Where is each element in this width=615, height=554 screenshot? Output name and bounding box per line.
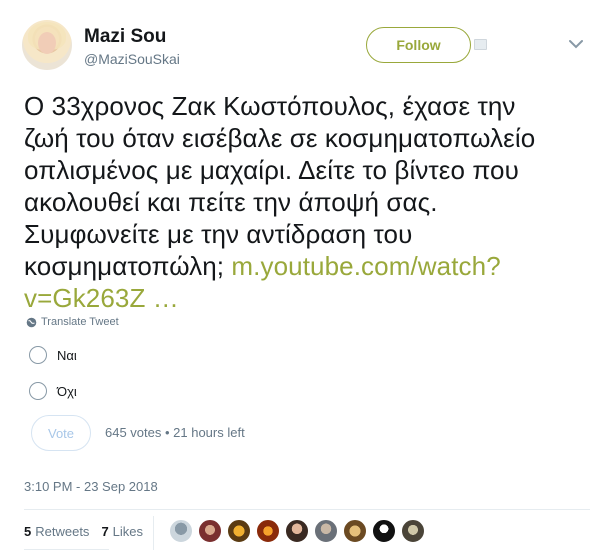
author-name[interactable]: Mazi Sou (84, 26, 166, 48)
divider (24, 549, 109, 550)
liker-avatar[interactable] (343, 519, 367, 543)
likes-stat[interactable]: 7 Likes (101, 524, 143, 539)
author-handle[interactable]: @MaziSouSkai (84, 51, 180, 67)
tweet-stats: 5 Retweets 7 Likes (24, 524, 143, 539)
tweet-line: οπλισμένος με μαχαίρι. Δείτε το βίντεο π… (24, 155, 519, 185)
retweets-label: Retweets (35, 524, 90, 539)
poll-option-no[interactable]: Όχι (29, 382, 77, 400)
poll-option-yes[interactable]: Ναι (29, 346, 77, 364)
tweet-timestamp[interactable]: 3:10 PM - 23 Sep 2018 (24, 479, 158, 494)
tweet-link-continuation[interactable]: v=Gk263Z … (24, 282, 584, 314)
radio-icon[interactable] (29, 382, 47, 400)
liker-avatar[interactable] (285, 519, 309, 543)
likers-avatars (169, 519, 430, 543)
translate-tweet-link[interactable]: Translate Tweet (26, 316, 119, 328)
retweets-count: 5 (24, 524, 32, 539)
avatar-face (38, 32, 56, 54)
liker-avatar[interactable] (227, 519, 251, 543)
tweet-text: Ο 33χρονος Ζακ Κωστόπουλος, έχασε την ζω… (24, 90, 584, 314)
liker-avatar[interactable] (169, 519, 193, 543)
vote-button[interactable]: Vote (31, 415, 91, 451)
follow-extra-icon (474, 39, 487, 50)
poll-meta: 645 votes • 21 hours left (105, 425, 245, 440)
follow-button[interactable]: Follow (366, 27, 471, 63)
likes-count: 7 (101, 524, 109, 539)
tweet-link[interactable]: m.youtube.com/watch? (231, 251, 500, 281)
liker-avatar[interactable] (372, 519, 396, 543)
liker-avatar[interactable] (314, 519, 338, 543)
author-avatar[interactable] (22, 20, 72, 70)
liker-avatar[interactable] (401, 519, 425, 543)
translate-label: Translate Tweet (41, 316, 119, 328)
divider (24, 509, 590, 510)
tweet-line: Συμφωνείτε με την αντίδραση του (24, 219, 413, 249)
radio-icon[interactable] (29, 346, 47, 364)
chevron-down-icon[interactable] (569, 39, 583, 49)
tweet-line: ζωή του όταν εισέβαλε σε κοσμηματοπωλείο (24, 123, 536, 153)
tweet-line: κοσμηματοπώλη; (24, 251, 232, 281)
retweets-stat[interactable]: 5 Retweets (24, 524, 89, 539)
poll-option-label: Όχι (57, 383, 77, 399)
liker-avatar[interactable] (198, 519, 222, 543)
tweet-line: Ο 33χρονος Ζακ Κωστόπουλος, έχασε την (24, 91, 516, 121)
liker-avatar[interactable] (256, 519, 280, 543)
tweet-line: ακολουθεί και πείτε την άποψή σας. (24, 187, 438, 217)
poll-option-label: Ναι (57, 347, 77, 363)
likes-label: Likes (112, 524, 144, 539)
globe-icon (26, 317, 37, 327)
stats-separator (153, 516, 154, 550)
